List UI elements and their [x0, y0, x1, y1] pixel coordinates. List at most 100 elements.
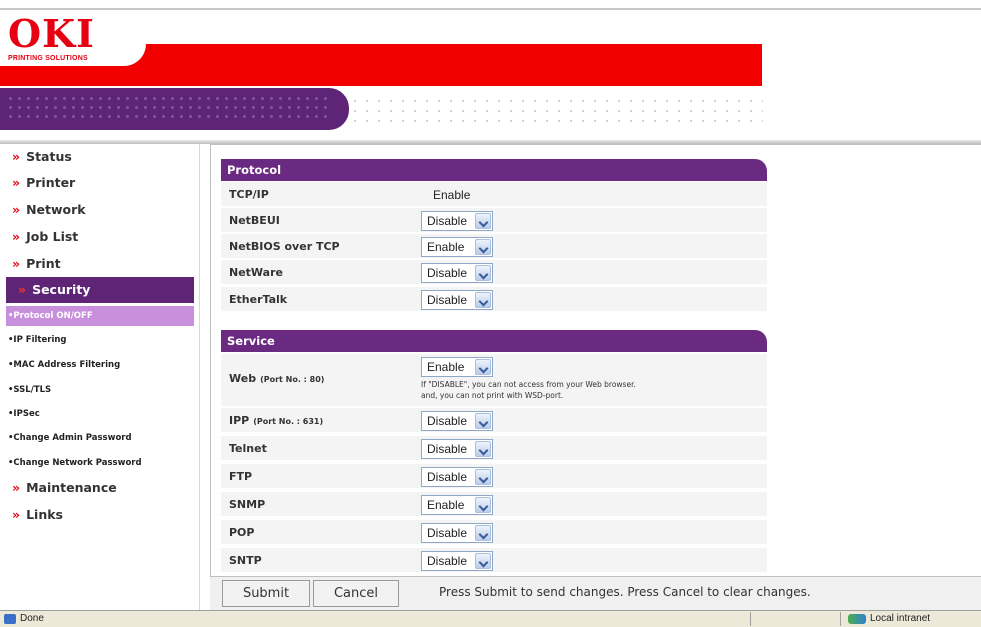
chevron-down-icon[interactable]: [475, 265, 491, 281]
security-zone-text: Local intranet: [870, 613, 931, 624]
netbios-select[interactable]: Enable: [421, 237, 493, 257]
sidebar-item-printer[interactable]: » Printer: [0, 170, 196, 196]
select-value: Disable: [427, 293, 468, 307]
ipp-label: IPP: [229, 414, 250, 427]
protocol-row-netbios: NetBIOS over TCP Enable: [221, 234, 767, 260]
ftp-select[interactable]: Disable: [421, 467, 493, 487]
protocol-section-title: Protocol: [221, 159, 767, 181]
chevron-down-icon[interactable]: [475, 497, 491, 513]
submit-button[interactable]: Submit: [222, 580, 310, 607]
action-hint-text: Press Submit to send changes. Press Canc…: [439, 585, 811, 599]
select-value: Enable: [427, 360, 465, 374]
row-label: Telnet: [229, 442, 267, 455]
netware-select[interactable]: Disable: [421, 263, 493, 283]
chevron-down-icon[interactable]: [475, 239, 491, 255]
sidebar-item-label: Security: [32, 282, 91, 297]
sidebar-sub-ipsec[interactable]: •IPSec: [6, 404, 194, 424]
netbeui-select[interactable]: Disable: [421, 211, 493, 231]
sidebar-item-network[interactable]: » Network: [0, 197, 196, 223]
sidebar-sub-change-admin-password[interactable]: •Change Admin Password: [6, 428, 194, 448]
chevron-right-icon: »: [12, 480, 21, 495]
top-rule: [0, 8, 981, 10]
sidebar-sub-mac-filtering[interactable]: •MAC Address Filtering: [6, 355, 194, 375]
select-value: Enable: [427, 240, 465, 254]
sidebar-item-label: Printer: [26, 175, 76, 190]
sidebar-sub-protocol-on-off[interactable]: •Protocol ON/OFF: [6, 306, 194, 326]
row-label: NetBEUI: [229, 214, 280, 227]
row-label: Web (Port No. : 80): [229, 366, 324, 392]
select-value: Disable: [427, 470, 468, 484]
chevron-down-icon[interactable]: [475, 553, 491, 569]
sidebar-item-security[interactable]: » Security: [6, 277, 194, 303]
select-value: Disable: [427, 214, 468, 228]
logo-tagline: PRINTING SOLUTIONS: [8, 55, 88, 62]
ethertalk-select[interactable]: Disable: [421, 290, 493, 310]
service-row-pop: POP Disable: [221, 520, 767, 546]
pop-select[interactable]: Disable: [421, 523, 493, 543]
status-divider: [840, 612, 841, 626]
row-label: TCP/IP: [229, 188, 269, 201]
service-row-telnet: Telnet Disable: [221, 436, 767, 462]
sidebar-item-links[interactable]: » Links: [0, 502, 196, 528]
tcpip-status-value: Enable: [433, 188, 471, 202]
protocol-row-netware: NetWare Disable: [221, 260, 767, 286]
sntp-select[interactable]: Disable: [421, 551, 493, 571]
sidebar-item-maintenance[interactable]: » Maintenance: [0, 475, 196, 501]
protocol-row-tcpip: TCP/IP Enable: [221, 182, 767, 208]
select-value: Disable: [427, 526, 468, 540]
select-value: Disable: [427, 554, 468, 568]
cancel-button[interactable]: Cancel: [313, 580, 399, 607]
sidebar-item-status[interactable]: » Status: [0, 144, 196, 170]
service-row-snmp: SNMP Enable: [221, 492, 767, 518]
sidebar-sub-change-network-password[interactable]: •Change Network Password: [6, 453, 194, 473]
chevron-down-icon: »: [18, 282, 27, 297]
sidebar-item-label: Print: [26, 256, 61, 271]
sidebar-item-label: Links: [26, 507, 63, 522]
sidebar-item-label: Network: [26, 202, 86, 217]
service-row-ftp: FTP Disable: [221, 464, 767, 490]
web-label: Web: [229, 372, 257, 385]
sidebar-sub-ip-filtering[interactable]: •IP Filtering: [6, 330, 194, 350]
oki-logo[interactable]: OKI PRINTING SOLUTIONS: [8, 14, 138, 66]
browser-status-bar: Done Local intranet: [0, 610, 981, 627]
sidebar-item-label: Maintenance: [26, 480, 117, 495]
service-section-title: Service: [221, 330, 767, 352]
ipp-select[interactable]: Disable: [421, 411, 493, 431]
chevron-down-icon[interactable]: [475, 525, 491, 541]
chevron-down-icon[interactable]: [475, 413, 491, 429]
status-text: Done: [20, 613, 44, 624]
service-row-web: Web (Port No. : 80) Enable If "DISABLE", …: [221, 354, 767, 408]
chevron-down-icon[interactable]: [475, 213, 491, 229]
web-warning-note: If "DISABLE", you can not access from yo…: [421, 379, 761, 401]
chevron-down-icon[interactable]: [475, 441, 491, 457]
sidebar-sub-ssl-tls[interactable]: •SSL/TLS: [6, 380, 194, 400]
header-dot-pattern: [349, 96, 763, 126]
row-label: IPP (Port No. : 631): [229, 408, 323, 434]
sidebar-item-print[interactable]: » Print: [0, 251, 196, 277]
chevron-down-icon[interactable]: [475, 292, 491, 308]
sidebar-item-label: Job List: [26, 229, 79, 244]
protocol-row-netbeui: NetBEUI Disable: [221, 208, 767, 234]
web-port: (Port No. : 80): [260, 375, 325, 384]
row-label: SNMP: [229, 498, 266, 511]
chevron-down-icon[interactable]: [475, 469, 491, 485]
snmp-select[interactable]: Enable: [421, 495, 493, 515]
chevron-right-icon: »: [12, 507, 21, 522]
web-select[interactable]: Enable: [421, 357, 493, 377]
telnet-select[interactable]: Disable: [421, 439, 493, 459]
service-row-sntp: SNTP Disable: [221, 548, 767, 574]
row-label: NetBIOS over TCP: [229, 240, 340, 253]
select-value: Disable: [427, 266, 468, 280]
sidebar-item-job-list[interactable]: » Job List: [0, 224, 196, 250]
chevron-right-icon: »: [12, 229, 21, 244]
chevron-right-icon: »: [12, 202, 21, 217]
web-note-line-2: and, you can not print with WSD-port.: [421, 391, 564, 400]
main-content: Protocol TCP/IP Enable NetBEUI Disable N…: [210, 144, 981, 576]
chevron-down-icon[interactable]: [475, 359, 491, 375]
chevron-right-icon: »: [12, 256, 21, 271]
sidebar-nav: » Status » Printer » Network » Job List » Pri…: [0, 144, 200, 610]
web-note-line-1: If "DISABLE", you can not access from yo…: [421, 380, 636, 389]
select-value: Enable: [427, 498, 465, 512]
chevron-right-icon: »: [12, 175, 21, 190]
header-purple-band: [0, 88, 349, 130]
